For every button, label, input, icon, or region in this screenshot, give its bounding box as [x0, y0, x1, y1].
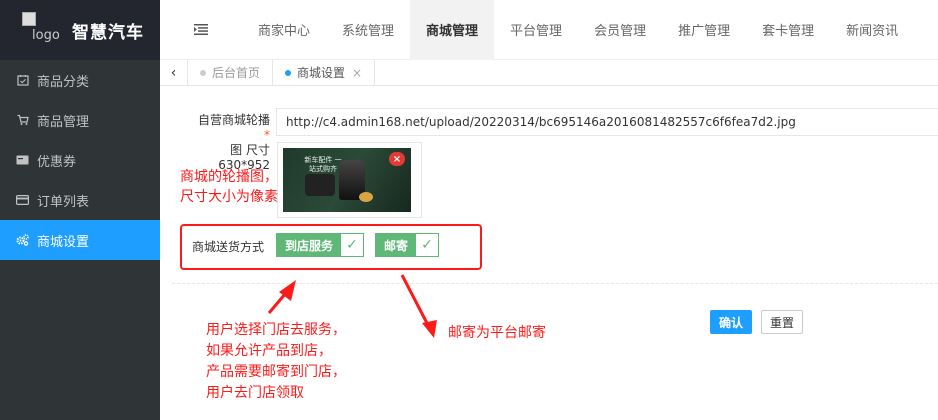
annotation-line: 如果允许产品到店，: [206, 343, 332, 359]
sidebar-item-product-category[interactable]: 商品分类: [0, 60, 160, 100]
sidebar-nav: 商品分类 商品管理 优惠券 订单列表 商城设置: [0, 60, 160, 260]
annotation-line: 用户选择门店去服务，: [206, 322, 346, 338]
arrow-to-in-store: [267, 280, 296, 314]
page-tab-mall-settings[interactable]: 商城设置 ×: [273, 59, 376, 86]
credit-card-icon: [16, 194, 29, 207]
sidebar-item-label: 商品管理: [37, 114, 90, 130]
page-tab-label: 后台首页: [212, 66, 261, 80]
sidebar-item-label: 优惠券: [37, 154, 77, 170]
tab-platform-management[interactable]: 平台管理: [494, 0, 578, 60]
page-tab-home[interactable]: 后台首页: [188, 59, 274, 86]
brand-name: 智慧汽车: [72, 22, 144, 43]
card-icon: [16, 154, 29, 167]
sidebar-item-mall-settings[interactable]: 商城设置: [0, 220, 160, 260]
annotation-in-store-note: 用户选择门店去服务， 如果允许产品到店， 产品需要邮寄到门店， 用户去门店领取: [206, 320, 346, 404]
close-icon[interactable]: ×: [352, 66, 362, 80]
page-tab-label: 商城设置: [297, 66, 346, 80]
tab-system-management[interactable]: 系统管理: [326, 0, 410, 60]
tab-status-dot: [285, 69, 292, 76]
logo-alt-text: logo: [32, 28, 60, 43]
tab-status-dot: [200, 69, 206, 76]
tab-member-management[interactable]: 会员管理: [578, 0, 662, 60]
tab-promotion-management[interactable]: 推广管理: [662, 0, 746, 60]
calendar-check-icon: [16, 74, 29, 87]
sidebar-item-label: 订单列表: [37, 194, 90, 210]
menu-toggle-icon[interactable]: [160, 0, 242, 60]
sidebar-item-label: 商品分类: [37, 74, 90, 90]
annotation-line: 产品需要邮寄到门店，: [206, 364, 346, 380]
brand-bar: logo 智慧汽车: [0, 0, 160, 60]
tab-scroll-left-button[interactable]: ‹: [160, 59, 188, 86]
logo-image: logo: [18, 10, 68, 54]
tab-news[interactable]: 新闻资讯: [830, 0, 914, 60]
broken-image-icon: [22, 12, 36, 26]
main-content: 自营商城轮播 * 图 尺寸 630*952 新车配件 一站式购齐 × 商城的轮播…: [160, 87, 938, 420]
annotation-line: 用户去门店领取: [206, 385, 304, 401]
sidebar-item-coupons[interactable]: 优惠券: [0, 140, 160, 180]
sidebar-item-label: 商城设置: [37, 234, 90, 250]
sidebar: logo 智慧汽车 商品分类 商品管理 优惠券 订单列表 商城设置: [0, 0, 160, 420]
sidebar-item-order-list[interactable]: 订单列表: [0, 180, 160, 220]
tab-card-package-management[interactable]: 套卡管理: [746, 0, 830, 60]
top-nav: 商家中心 系统管理 商城管理 平台管理 会员管理 推广管理 套卡管理 新闻资讯: [160, 0, 938, 60]
sidebar-item-product-management[interactable]: 商品管理: [0, 100, 160, 140]
page-tab-bar: ‹ 后台首页 商城设置 ×: [160, 59, 938, 86]
tab-merchant-center[interactable]: 商家中心: [242, 0, 326, 60]
gears-icon: [16, 234, 29, 247]
annotation-mail-note: 邮寄为平台邮寄: [448, 325, 546, 341]
tab-mall-management[interactable]: 商城管理: [410, 0, 495, 60]
arrow-to-mail: [400, 274, 437, 338]
chevron-left-icon: ‹: [170, 64, 177, 81]
cart-icon: [16, 114, 29, 127]
